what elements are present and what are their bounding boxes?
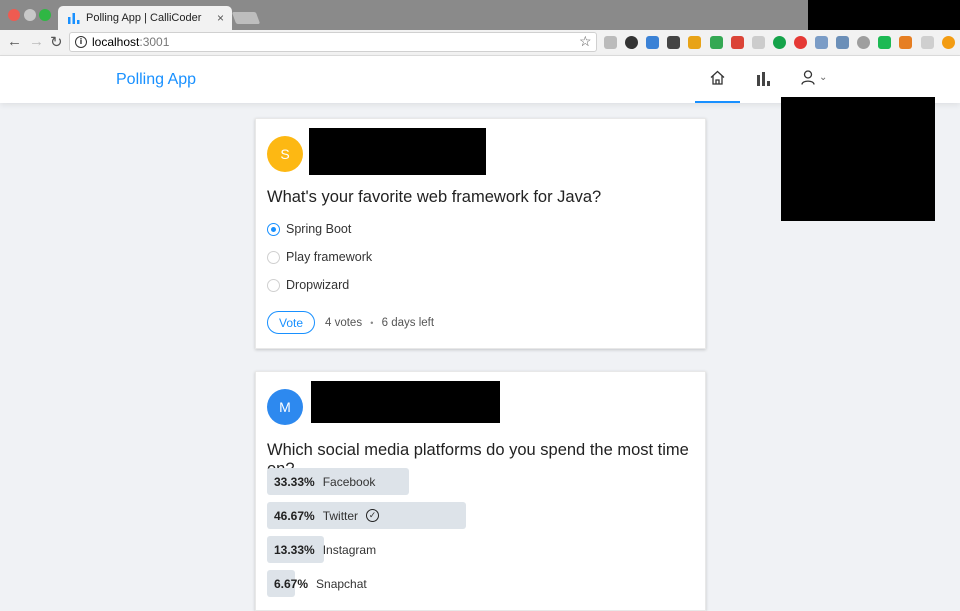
result-label: Twitter	[322, 508, 359, 523]
browser-extension-icon[interactable]	[878, 36, 892, 49]
browser-extension-icon[interactable]	[604, 36, 617, 49]
radio-button[interactable]	[267, 222, 280, 236]
tab-close-icon[interactable]: ×	[217, 11, 224, 25]
bar-chart-favicon-icon	[68, 13, 80, 24]
choice-label: Play framework	[286, 250, 373, 264]
poll-choice[interactable]: Spring Boot	[267, 222, 351, 236]
info-icon: i	[75, 36, 87, 48]
url-port: :3001	[139, 35, 170, 49]
user-icon[interactable]	[801, 70, 815, 85]
browser-extension-icon[interactable]	[709, 36, 723, 49]
active-nav-indicator	[695, 101, 740, 103]
back-button[interactable]: ←	[7, 33, 22, 50]
poll-question: What's your favorite web framework for J…	[267, 188, 602, 206]
redacted-area	[781, 97, 935, 221]
redacted-area	[808, 0, 960, 30]
result-label: Instagram	[322, 542, 377, 557]
browser-extension-icon[interactable]	[688, 36, 702, 49]
bookmark-star-icon[interactable]: ☆	[579, 33, 592, 50]
radio-button[interactable]	[267, 278, 280, 292]
browser-extension-icon[interactable]	[625, 36, 639, 49]
check-circle-icon: ✓	[366, 509, 380, 522]
result-row: 46.67% Twitter ✓	[274, 502, 380, 529]
poll-choice[interactable]: Play framework	[267, 250, 372, 264]
app-logo[interactable]: Polling App	[116, 71, 196, 89]
chevron-down-icon[interactable]: ⌄	[819, 72, 827, 83]
poll-card: S What's your favorite web framework for…	[255, 118, 706, 349]
radio-button[interactable]	[267, 250, 280, 264]
browser-extension-icon[interactable]	[646, 36, 660, 49]
window-close-button[interactable]	[8, 9, 20, 21]
vote-button[interactable]: Vote	[267, 311, 315, 334]
browser-extension-icon[interactable]	[836, 36, 850, 49]
browser-extension-icon[interactable]	[899, 36, 913, 49]
browser-extension-icon[interactable]	[793, 36, 807, 49]
browser-extension-icon[interactable]	[920, 36, 934, 49]
choice-label: Dropwizard	[286, 278, 350, 292]
time-left: 6 days left	[381, 317, 435, 329]
reload-button[interactable]: ↻	[50, 33, 63, 51]
result-label: Facebook	[322, 474, 376, 489]
window-maximize-button[interactable]	[39, 9, 51, 21]
browser-extension-icon[interactable]	[772, 36, 786, 49]
browser-extension-icon[interactable]	[751, 36, 765, 49]
browser-tab[interactable]: Polling App | CalliCoder ×	[58, 6, 232, 30]
url-host: localhost	[92, 35, 140, 49]
avatar: S	[267, 136, 303, 172]
poll-choice[interactable]: Dropwizard	[267, 278, 349, 292]
result-row: 6.67% Snapchat	[274, 570, 367, 597]
poll-card: M Which social media platforms do you sp…	[255, 371, 706, 611]
browser-extension-icon[interactable]	[730, 36, 744, 49]
forward-button[interactable]: →	[29, 33, 44, 50]
browser-extension-icon[interactable]	[667, 36, 681, 49]
window-minimize-button[interactable]	[24, 9, 36, 21]
tab-title: Polling App | CalliCoder	[86, 12, 202, 24]
browser-extension-icon[interactable]	[941, 36, 955, 49]
separator-dot: •	[370, 318, 374, 328]
result-percent: 33.33%	[274, 474, 315, 489]
browser-extension-icon[interactable]	[815, 36, 828, 49]
result-label: Snapchat	[316, 576, 367, 591]
result-row: 13.33% Instagram	[274, 536, 376, 563]
redacted-area	[311, 381, 500, 423]
home-icon[interactable]	[710, 70, 725, 85]
result-row: 33.33% Facebook	[274, 468, 375, 495]
address-bar[interactable]: i localhost:3001	[69, 32, 597, 52]
vote-count: 4 votes	[325, 317, 363, 329]
avatar: M	[267, 389, 303, 425]
new-tab-button[interactable]	[231, 12, 261, 24]
result-percent: 6.67%	[274, 576, 309, 591]
redacted-area	[309, 128, 486, 175]
poll-chart-icon[interactable]	[756, 71, 771, 87]
choice-label: Spring Boot	[286, 222, 352, 236]
result-percent: 13.33%	[274, 542, 315, 557]
result-percent: 46.67%	[274, 508, 315, 523]
poll-meta: 4 votes • 6 days left	[325, 317, 434, 329]
